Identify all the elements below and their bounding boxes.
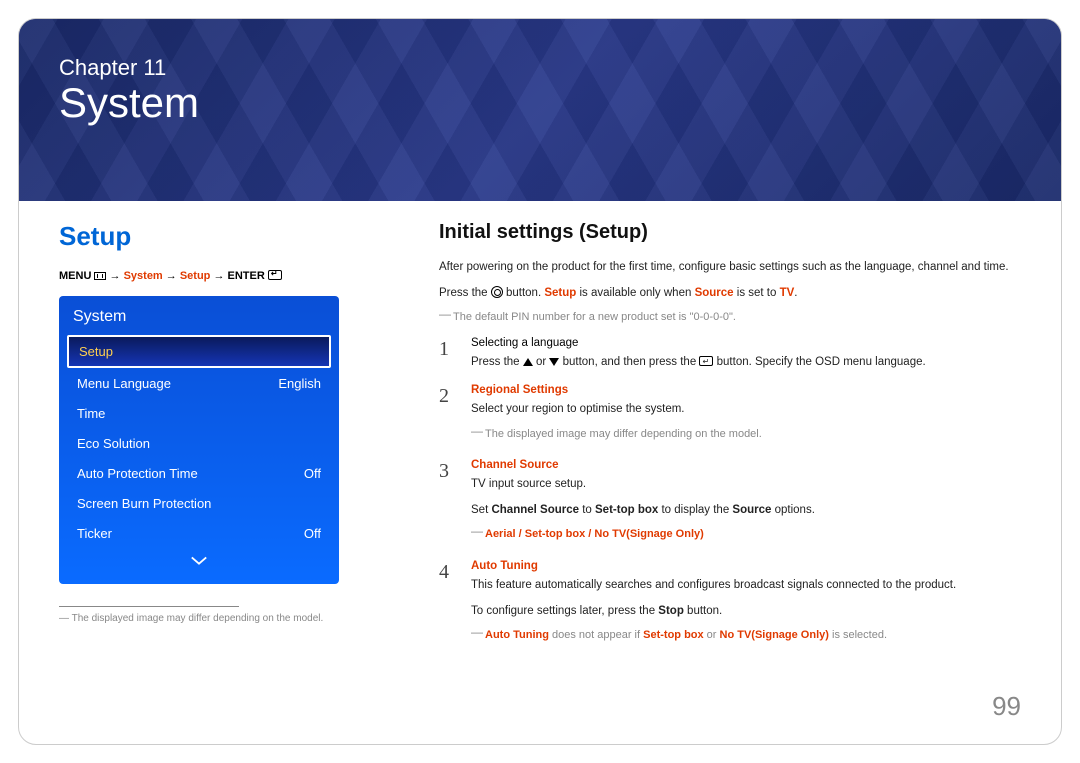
osd-item-label: Time xyxy=(77,406,105,421)
step-body-text: Press the or button, and then press the … xyxy=(471,353,1021,373)
footnote-text: ― The displayed image may differ dependi… xyxy=(59,613,399,624)
step-2: 2 Regional Settings Select your region t… xyxy=(439,384,1021,453)
step-title: Auto Tuning xyxy=(471,560,1021,572)
steps-list: 1 Selecting a language Press the or butt… xyxy=(439,337,1021,655)
step-note: The displayed image may differ depending… xyxy=(471,426,1021,444)
step-body-text: TV input source setup. xyxy=(471,475,1021,495)
page-container: Chapter 11 System Setup MENU → System → … xyxy=(18,18,1062,745)
osd-item-menu-language[interactable]: Menu Language English xyxy=(67,369,331,398)
step-note-options: Aerial / Set-top box / No TV(Signage Onl… xyxy=(471,526,1021,544)
osd-title: System xyxy=(65,304,333,334)
triangle-up-icon xyxy=(523,358,533,366)
chevron-down-icon xyxy=(190,555,208,567)
menu-path-arrow: → xyxy=(213,270,224,282)
step-body-text: This feature automatically searches and … xyxy=(471,576,1021,596)
step-number: 2 xyxy=(439,384,453,453)
footnote-rule xyxy=(59,606,239,607)
osd-item-time[interactable]: Time xyxy=(67,399,331,428)
osd-item-label: Eco Solution xyxy=(77,436,150,451)
step-3: 3 Channel Source TV input source setup. … xyxy=(439,459,1021,554)
step-number: 3 xyxy=(439,459,453,554)
osd-item-setup[interactable]: Setup xyxy=(67,335,331,368)
step-body-line2: Set Channel Source to Set-top box to dis… xyxy=(471,501,1021,521)
osd-item-value: Off xyxy=(304,466,321,481)
osd-item-value: English xyxy=(278,376,321,391)
power-icon xyxy=(491,286,503,298)
step-body-line2: To configure settings later, press the S… xyxy=(471,602,1021,622)
triangle-down-icon xyxy=(549,358,559,366)
chapter-header: Chapter 11 System xyxy=(19,19,1061,201)
menu-path-system: System xyxy=(124,270,163,282)
intro-text-2: Press the button. Setup is available onl… xyxy=(439,284,1021,304)
osd-item-eco-solution[interactable]: Eco Solution xyxy=(67,429,331,458)
step-number: 1 xyxy=(439,337,453,379)
menu-path-arrow: → xyxy=(110,270,121,282)
osd-panel: System Setup Menu Language English Time Eco … xyxy=(59,296,339,584)
osd-item-screen-burn-protection[interactable]: Screen Burn Protection xyxy=(67,489,331,518)
osd-item-label: Screen Burn Protection xyxy=(77,496,211,511)
step-title: Channel Source xyxy=(471,459,1021,471)
osd-item-label: Ticker xyxy=(77,526,112,541)
menu-grid-icon xyxy=(94,272,106,280)
right-column: Initial settings (Setup) After powering … xyxy=(439,221,1021,661)
step-number: 4 xyxy=(439,560,453,655)
osd-item-auto-protection-time[interactable]: Auto Protection Time Off xyxy=(67,459,331,488)
osd-item-value: Off xyxy=(304,526,321,541)
step-body-text: Select your region to optimise the syste… xyxy=(471,400,1021,420)
chapter-title: System xyxy=(59,79,1021,127)
step-1: 1 Selecting a language Press the or butt… xyxy=(439,337,1021,379)
enter-icon xyxy=(268,270,282,280)
osd-item-ticker[interactable]: Ticker Off xyxy=(67,519,331,548)
osd-item-list: Setup Menu Language English Time Eco Solutio… xyxy=(65,335,333,548)
note-default-pin: The default PIN number for a new product… xyxy=(439,309,1021,327)
step-title: Selecting a language xyxy=(471,337,1021,349)
osd-item-label: Auto Protection Time xyxy=(77,466,198,481)
step-note: Auto Tuning does not appear if Set-top b… xyxy=(471,627,1021,645)
menu-path-menu: MENU xyxy=(59,270,91,282)
osd-item-label: Menu Language xyxy=(77,376,171,391)
step-title: Regional Settings xyxy=(471,384,1021,396)
menu-path-setup: Setup xyxy=(180,270,211,282)
step-4: 4 Auto Tuning This feature automatically… xyxy=(439,560,1021,655)
initial-settings-heading: Initial settings (Setup) xyxy=(439,221,1021,244)
chapter-label: Chapter 11 xyxy=(59,55,1021,81)
menu-path-enter: ENTER xyxy=(228,270,265,282)
osd-item-label: Setup xyxy=(79,344,113,359)
left-column: Setup MENU → System → Setup → ENTER Syst… xyxy=(59,221,399,661)
page-number: 99 xyxy=(992,691,1021,722)
menu-path-arrow: → xyxy=(166,270,177,282)
enter-icon xyxy=(699,356,713,366)
section-heading-setup: Setup xyxy=(59,221,399,252)
menu-path: MENU → System → Setup → ENTER xyxy=(59,270,399,282)
intro-text-1: After powering on the product for the fi… xyxy=(439,258,1021,278)
content-area: Setup MENU → System → Setup → ENTER Syst… xyxy=(19,201,1061,661)
osd-scroll-down[interactable] xyxy=(65,549,333,570)
